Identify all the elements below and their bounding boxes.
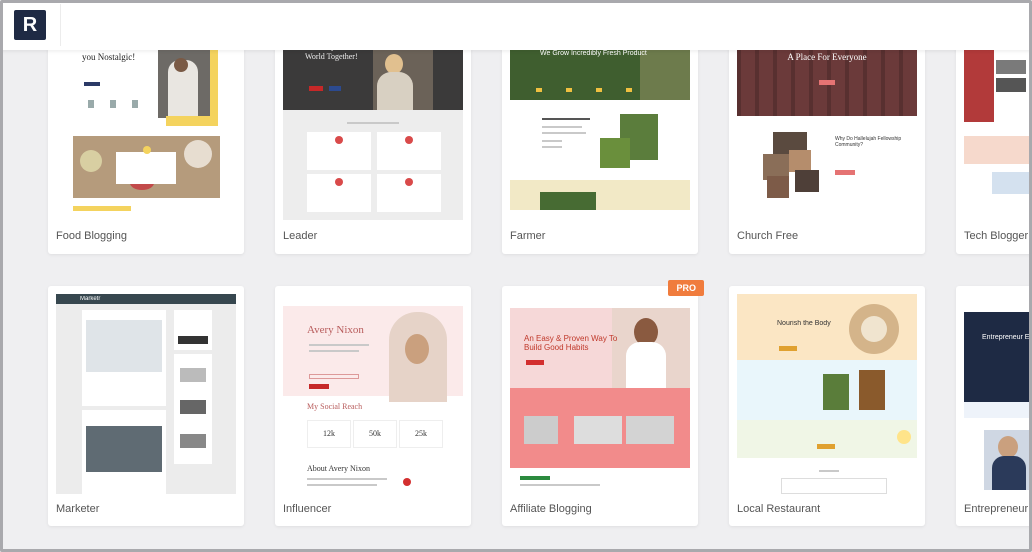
template-name: Church Free	[737, 230, 799, 242]
template-name: Food Blogging	[56, 230, 127, 242]
template-preview: Nourish the Body	[737, 294, 917, 494]
preview-brand: Marketr	[80, 296, 101, 302]
preview-headline: An Easy & Proven Way To Build Good Habit…	[524, 334, 618, 352]
template-preview	[964, 40, 1032, 220]
logo-letter: R	[22, 13, 38, 36]
template-card-influencer[interactable]: Avery Nixon My Social Reach 12k 50k 25k …	[275, 286, 471, 526]
preview-headline: Avery Nixon	[307, 324, 364, 336]
preview-headline: A Place For Everyone	[787, 52, 867, 62]
template-name: Marketer	[56, 503, 100, 515]
template-preview: An Easy & Proven Way To Build Good Habit…	[510, 294, 690, 494]
preview-stat: 25k	[415, 430, 427, 437]
template-preview: Let's Improve the World Together!	[283, 40, 463, 220]
template-card-marketer[interactable]: Marketr Marketer	[48, 286, 244, 526]
template-card-affiliate-blogging[interactable]: PRO An Easy & Proven Way To Build Good H…	[502, 280, 704, 526]
template-card-entrepreneur[interactable]: Entrepreneur Evolution Entrepreneur	[956, 286, 1032, 526]
preview-headline: Nourish the Body	[777, 320, 831, 327]
template-name: Tech Blogger	[964, 230, 1029, 242]
preview-subheading: Why Do Hallelujah Fellowship Community?	[835, 136, 902, 148]
template-name: Local Restaurant	[737, 503, 821, 515]
preview-headline: We Grow Incredibly Fresh Product	[540, 50, 647, 57]
template-name: Affiliate Blogging	[510, 503, 592, 515]
logo-divider	[60, 4, 61, 46]
preview-headline: Entrepreneur Evolution	[982, 334, 1032, 341]
template-card-local-restaurant[interactable]: Nourish the Body Local Restaurant	[729, 286, 925, 526]
preview-stat: 12k	[323, 430, 335, 437]
preview-about: About Avery Nixon	[307, 464, 370, 473]
preview-stat: 50k	[369, 430, 381, 437]
top-bar: R	[0, 0, 1032, 50]
template-name: Entrepreneur	[964, 503, 1029, 515]
template-name: Influencer	[283, 503, 332, 515]
app-logo[interactable]: R	[14, 10, 46, 40]
template-preview: Avery Nixon My Social Reach 12k 50k 25k …	[283, 294, 463, 494]
template-preview: Marketr	[56, 294, 236, 494]
template-name: Farmer	[510, 230, 546, 242]
template-preview: Food that makes you Nostalgic!	[56, 40, 236, 220]
pro-badge: PRO	[668, 280, 704, 296]
template-preview: Entrepreneur Evolution	[964, 294, 1032, 494]
template-name: Leader	[283, 230, 318, 242]
preview-section: My Social Reach	[307, 402, 363, 411]
template-preview: A Place For Everyone Why Do Hallelujah F…	[737, 40, 917, 220]
template-preview: We Grow Incredibly Fresh Product	[510, 40, 690, 220]
